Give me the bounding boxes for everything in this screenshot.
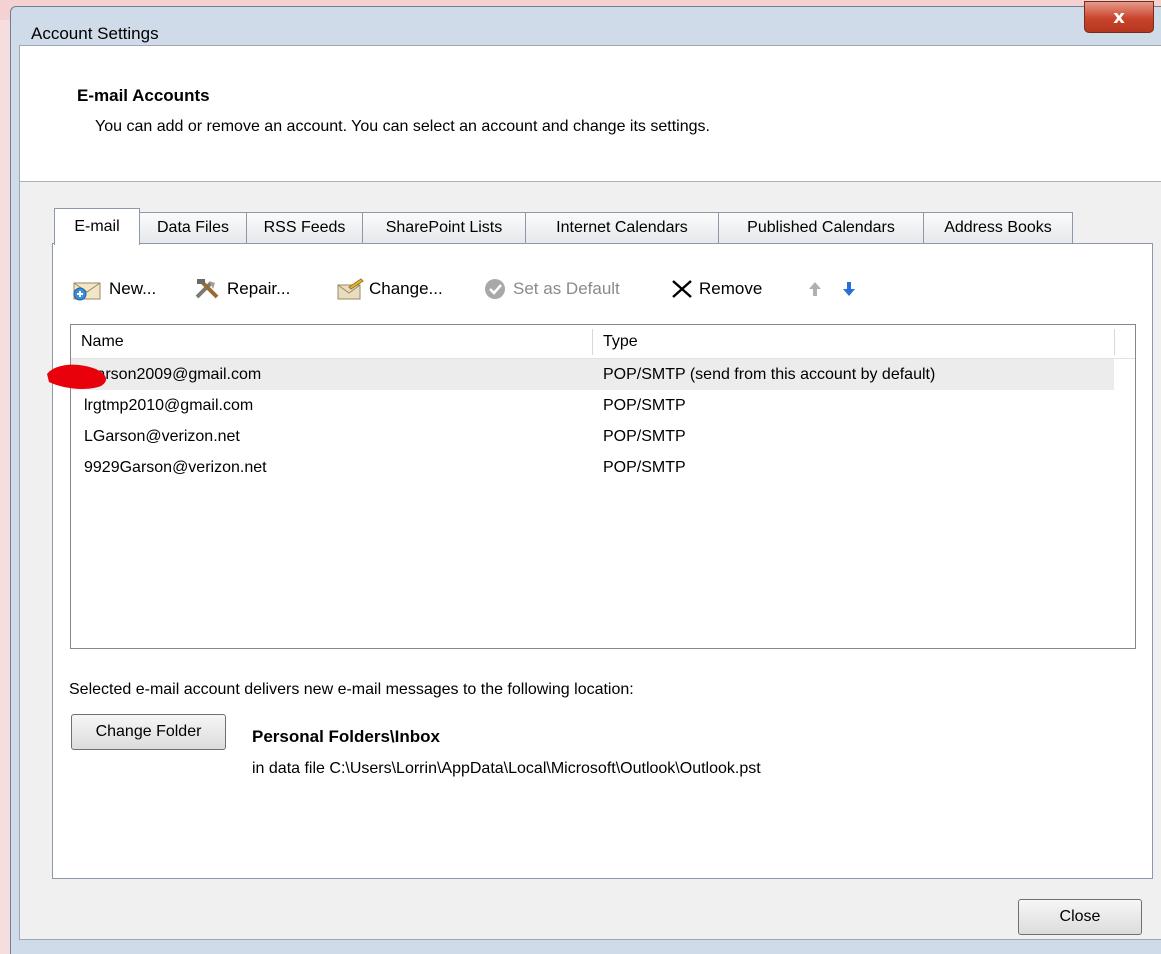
tab-label: SharePoint Lists [385, 219, 503, 236]
new-label: New... [109, 279, 157, 298]
tab-published-calendars[interactable]: Published Calendars [718, 212, 924, 243]
tab-label: E-mail [74, 218, 120, 235]
red-annotation-mark [47, 364, 107, 389]
header-title: E-mail Accounts [77, 86, 210, 105]
account-type: POP/SMTP (send from this account by defa… [603, 365, 936, 383]
column-type-label: Type [603, 332, 638, 350]
tab-internet-calendars[interactable]: Internet Calendars [525, 212, 719, 243]
accounts-list[interactable]: Name Type lgarson2009@gmail.com POP/SMTP… [47, 324, 1136, 649]
delivery-folder: Personal Folders\Inbox [252, 727, 440, 746]
tab-sharepoint-lists[interactable]: SharePoint Lists [362, 212, 526, 243]
header-description: You can add or remove an account. You ca… [95, 118, 710, 135]
change-folder-button[interactable]: Change Folder [71, 714, 226, 750]
change-folder-label: Change Folder [95, 723, 202, 740]
move-up-button[interactable] [805, 274, 829, 304]
repair-label: Repair... [227, 279, 291, 298]
dialog-client-area: E-mail Accounts You can add or remove an… [19, 45, 1161, 940]
account-name: 9929Garson@verizon.net [84, 458, 267, 476]
column-header-type[interactable]: Type [603, 325, 1103, 358]
close-button[interactable]: Close [1018, 899, 1142, 935]
column-separator[interactable] [592, 329, 593, 355]
tab-address-books[interactable]: Address Books [923, 212, 1073, 243]
delivery-location-text: Selected e-mail account delivers new e-m… [69, 681, 634, 698]
new-account-icon [73, 282, 101, 301]
arrow-down-icon [843, 282, 855, 296]
remove-x-icon [672, 280, 692, 298]
tab-label: Address Books [944, 219, 1052, 236]
list-header: Name Type [71, 325, 1135, 359]
remove-label: Remove [699, 279, 763, 298]
tab-label: Internet Calendars [556, 219, 688, 236]
column-separator[interactable] [1114, 329, 1115, 355]
window-title: Account Settings [31, 24, 159, 43]
data-file-path: in data file C:\Users\Lorrin\AppData\Loc… [252, 760, 761, 777]
checkmark-circle-icon [485, 279, 505, 299]
set-as-default-button[interactable]: Set as Default [483, 274, 620, 304]
email-tab-panel: New... Repair... Change... Set as Defaul… [47, 243, 1153, 879]
new-account-button[interactable]: New... [71, 274, 156, 304]
close-icon: x [1113, 7, 1125, 28]
window-close-button[interactable]: x [1084, 1, 1154, 33]
close-label: Close [1059, 908, 1101, 925]
header-panel: E-mail Accounts You can add or remove an… [20, 46, 1161, 182]
remove-button[interactable]: Remove [669, 274, 762, 304]
tab-label: RSS Feeds [263, 219, 346, 236]
account-type: POP/SMTP [603, 427, 686, 445]
column-name-label: Name [81, 332, 124, 350]
change-button[interactable]: Change... [335, 274, 443, 304]
column-header-name[interactable]: Name [81, 325, 591, 358]
account-row[interactable]: lgarson2009@gmail.com POP/SMTP (send fro… [71, 359, 1114, 390]
account-name: LGarson@verizon.net [84, 427, 240, 445]
tab-data-files[interactable]: Data Files [139, 212, 247, 243]
change-label: Change... [369, 279, 443, 298]
account-row[interactable]: LGarson@verizon.net POP/SMTP [71, 421, 1114, 452]
move-down-button[interactable] [839, 274, 863, 304]
account-name: lrgtmp2010@gmail.com [84, 396, 254, 414]
arrow-up-icon [809, 282, 821, 296]
change-account-icon [337, 278, 364, 300]
repair-button[interactable]: Repair... [193, 274, 290, 304]
account-settings-dialog: Account Settings x E-mail Accounts You c… [10, 1, 1161, 954]
tab-label: Published Calendars [747, 219, 895, 236]
tab-email[interactable]: E-mail [54, 208, 140, 245]
title-bar[interactable]: Account Settings [11, 7, 1161, 47]
repair-tools-icon [195, 279, 219, 299]
account-type: POP/SMTP [603, 396, 686, 414]
account-row[interactable]: lrgtmp2010@gmail.com POP/SMTP [71, 390, 1114, 421]
tab-label: Data Files [156, 219, 230, 236]
set-as-default-label: Set as Default [513, 279, 620, 298]
tab-rss-feeds[interactable]: RSS Feeds [246, 212, 363, 243]
account-row[interactable]: 9929Garson@verizon.net POP/SMTP [71, 452, 1114, 483]
account-type: POP/SMTP [603, 458, 686, 476]
